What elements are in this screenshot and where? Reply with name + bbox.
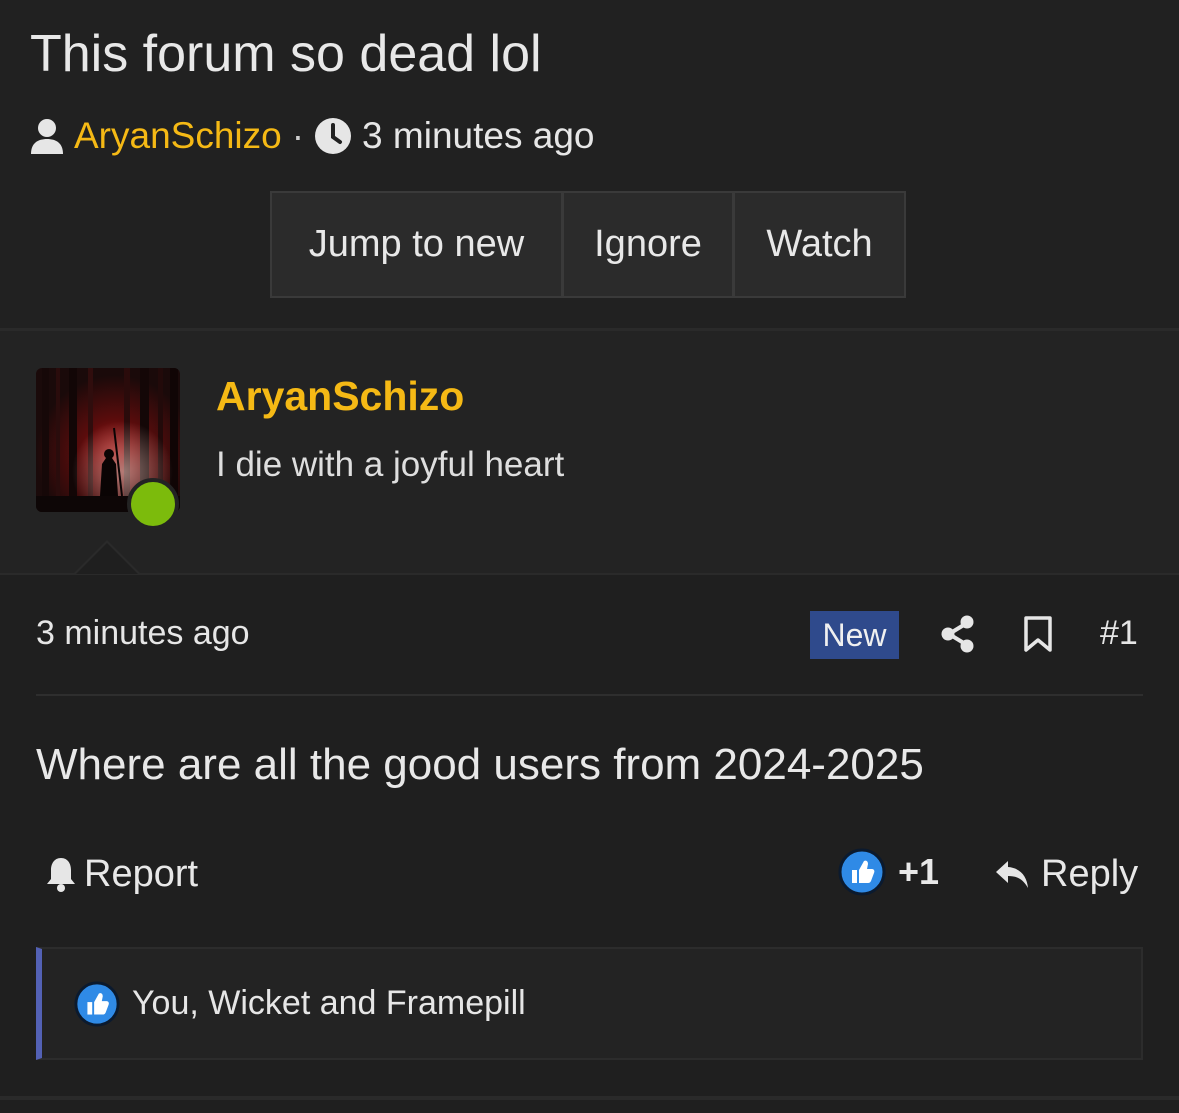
user-block-pointer-inner xyxy=(76,543,138,574)
new-badge: New xyxy=(810,611,899,659)
report-button[interactable]: Report xyxy=(44,850,198,898)
reaction-count: +1 xyxy=(898,851,940,892)
post-body: Where are all the good users from 2024-2… xyxy=(36,740,924,789)
ignore-button[interactable]: Ignore xyxy=(561,193,732,296)
clock-icon xyxy=(314,117,352,155)
thread-meta: AryanSchizo · 3 minutes ago xyxy=(30,112,594,160)
divider xyxy=(0,573,1179,575)
reply-label: Reply xyxy=(1041,852,1139,895)
divider xyxy=(36,694,1143,696)
user-title: I die with a joyful heart xyxy=(216,445,565,484)
online-status-indicator xyxy=(127,478,179,530)
bell-icon xyxy=(44,855,78,893)
report-label: Report xyxy=(84,852,199,895)
user-icon xyxy=(30,117,64,155)
post-username[interactable]: AryanSchizo xyxy=(216,373,464,420)
reply-icon xyxy=(993,857,1031,891)
watch-button[interactable]: Watch xyxy=(732,193,904,296)
thumbs-up-icon xyxy=(74,980,120,1027)
bookmark-icon[interactable] xyxy=(1023,615,1053,653)
thread-header: This forum so dead lol AryanSchizo · 3 m… xyxy=(0,0,1179,328)
thread-title: This forum so dead lol xyxy=(30,25,542,83)
jump-to-new-button[interactable]: Jump to new xyxy=(272,193,561,296)
reactions-summary[interactable]: You, Wicket and Framepill xyxy=(36,947,1143,1060)
thread-time[interactable]: 3 minutes ago xyxy=(362,115,594,157)
thumbs-up-icon xyxy=(838,848,886,896)
thread-author-link[interactable]: AryanSchizo xyxy=(74,115,282,157)
meta-separator: · xyxy=(291,115,305,156)
post-user-block: AryanSchizo I die with a joyful heart xyxy=(0,331,1179,573)
reactors-list: You, Wicket and Framepill xyxy=(132,984,526,1022)
thread-action-buttons: Jump to new Ignore Watch xyxy=(270,191,906,298)
reply-button[interactable]: Reply xyxy=(993,850,1138,898)
post-timestamp[interactable]: 3 minutes ago xyxy=(36,614,250,653)
divider xyxy=(0,1096,1179,1100)
like-reaction-button[interactable]: +1 xyxy=(838,846,939,898)
post-permalink-number[interactable]: #1 xyxy=(1100,614,1138,653)
share-icon[interactable] xyxy=(940,615,976,653)
